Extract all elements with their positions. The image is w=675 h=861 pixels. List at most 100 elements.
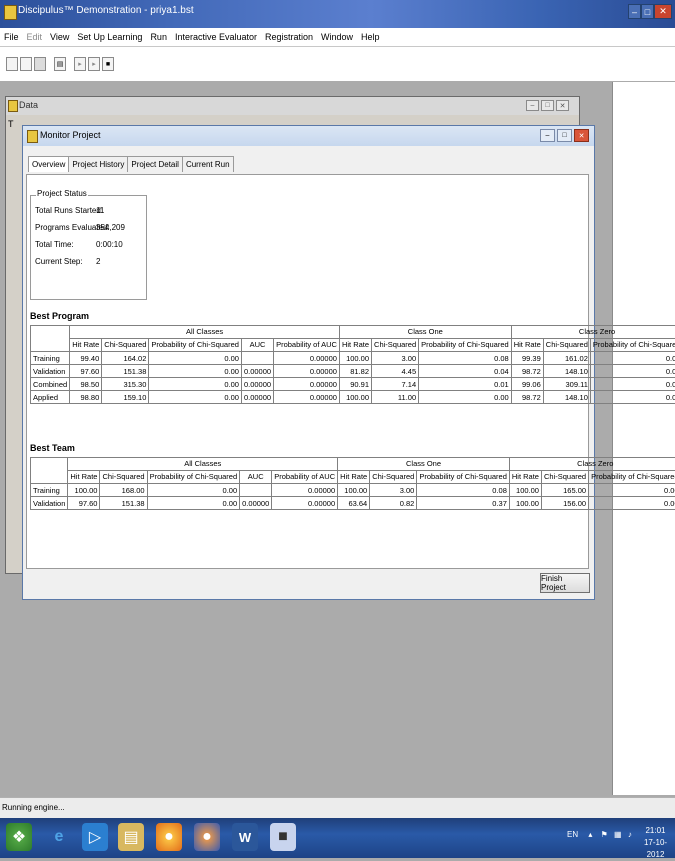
- group-header: Class Zero: [509, 458, 675, 471]
- menu-set-up-learning[interactable]: Set Up Learning: [73, 32, 146, 42]
- play-icon[interactable]: ▸: [74, 57, 86, 71]
- table-cell: 161.02: [543, 352, 590, 365]
- tab-project-detail[interactable]: Project Detail: [127, 156, 183, 172]
- word-icon[interactable]: W: [232, 823, 258, 851]
- table-cell: 0.00000: [272, 484, 338, 497]
- table-cell: 0.00: [590, 365, 675, 378]
- table-cell: 0.00: [149, 352, 242, 365]
- status-value: 2: [96, 257, 100, 266]
- table-cell: 7.14: [372, 378, 419, 391]
- new-file-icon[interactable]: [6, 57, 18, 71]
- row-label: Validation: [31, 365, 70, 378]
- stop-icon[interactable]: ■: [102, 57, 114, 71]
- monitor-window-icon: [27, 130, 38, 143]
- data-minimize-button[interactable]: –: [526, 100, 539, 111]
- open-file-icon[interactable]: [20, 57, 32, 71]
- table-cell: 165.00: [541, 484, 588, 497]
- table-cell: 90.91: [339, 378, 371, 391]
- table-cell: 99.39: [511, 352, 543, 365]
- finish-project-button[interactable]: Finish Project: [540, 573, 590, 593]
- column-header: Hit Rate: [70, 339, 102, 352]
- language-indicator[interactable]: EN: [567, 830, 578, 839]
- clock-date: 17-10-2012: [636, 837, 675, 861]
- group-header: All Classes: [68, 458, 338, 471]
- table-cell: 0.00000: [274, 365, 340, 378]
- column-header: Chi-Squared: [100, 471, 147, 484]
- firefox-icon[interactable]: ●: [194, 823, 220, 851]
- status-value: 11: [96, 206, 104, 215]
- data-close-button[interactable]: ✕: [556, 100, 569, 111]
- menu-interactive-evaluator[interactable]: Interactive Evaluator: [171, 32, 261, 42]
- table-cell: 0.00: [589, 484, 675, 497]
- table-cell: 98.72: [511, 365, 543, 378]
- data-window-titlebar[interactable]: Data – □ ✕: [6, 97, 579, 115]
- tab-current-run[interactable]: Current Run: [182, 156, 234, 172]
- column-header: Chi-Squared: [372, 339, 419, 352]
- table-cell: 315.30: [102, 378, 149, 391]
- table-cell: 99.40: [70, 352, 102, 365]
- tray-arrow-icon[interactable]: ▴: [588, 830, 592, 839]
- window-titlebar[interactable]: Discipulus™ Demonstration - priya1.bst –…: [0, 0, 675, 28]
- menu-window[interactable]: Window: [317, 32, 357, 42]
- monitor-maximize-button[interactable]: □: [557, 129, 572, 142]
- status-row-total-time: Total Time:0:00:10: [35, 240, 74, 249]
- data-restore-button[interactable]: □: [541, 100, 554, 111]
- project-status-legend: Project Status: [36, 189, 88, 198]
- volume-icon[interactable]: ♪: [628, 830, 632, 839]
- table-cell: 0.00: [149, 391, 242, 404]
- network-icon[interactable]: ▦: [614, 830, 622, 839]
- discipulus-icon[interactable]: ■: [270, 823, 296, 851]
- menu-edit[interactable]: Edit: [23, 32, 47, 42]
- start-button-icon[interactable]: ❖: [6, 823, 32, 851]
- menu-view[interactable]: View: [46, 32, 73, 42]
- media-icon[interactable]: ▷: [82, 823, 108, 851]
- table-cell: 148.10: [543, 365, 590, 378]
- column-header: Probability of Chi-Squared: [419, 339, 512, 352]
- clock[interactable]: 21:01 17-10-2012: [636, 825, 675, 861]
- table-cell: 164.02: [102, 352, 149, 365]
- monitor-minimize-button[interactable]: –: [540, 129, 555, 142]
- table-cell: 0.00000: [274, 352, 340, 365]
- status-value: 354,209: [96, 223, 125, 232]
- monitor-close-button[interactable]: ✕: [574, 129, 589, 142]
- table-row: Validation97.60151.380.000.000000.000008…: [31, 365, 675, 378]
- monitor-tabs: Overview Project History Project Detail …: [28, 156, 233, 172]
- column-header: Probability of Chi-Squared: [590, 339, 675, 352]
- minimize-button[interactable]: –: [628, 4, 641, 19]
- table-cell: 151.38: [100, 497, 147, 510]
- table-cell: 98.80: [70, 391, 102, 404]
- menu-help[interactable]: Help: [357, 32, 384, 42]
- table-cell: 0.00: [147, 484, 240, 497]
- table-cell: 0.08: [417, 484, 510, 497]
- close-button[interactable]: ✕: [654, 4, 672, 19]
- table-row: Training100.00168.000.000.00000100.003.0…: [31, 484, 675, 497]
- save-icon[interactable]: [34, 57, 46, 71]
- menu-run[interactable]: Run: [146, 32, 171, 42]
- explorer-folder-icon[interactable]: ▤: [118, 823, 144, 851]
- tab-project-history[interactable]: Project History: [68, 156, 128, 172]
- table-cell: 63.64: [338, 497, 370, 510]
- group-header: Class One: [338, 458, 510, 471]
- internet-explorer-icon[interactable]: e: [46, 823, 72, 851]
- table-cell: 97.60: [70, 365, 102, 378]
- monitor-project-window[interactable]: Monitor Project – □ ✕ Overview Project H…: [22, 125, 595, 600]
- table-cell: 0.01: [419, 378, 512, 391]
- tab-overview[interactable]: Overview: [28, 156, 69, 172]
- maximize-button[interactable]: □: [641, 4, 654, 19]
- table-cell: 309.11: [543, 378, 590, 391]
- step-icon[interactable]: ▸: [88, 57, 100, 71]
- menu-registration[interactable]: Registration: [261, 32, 317, 42]
- status-row-current-step: Current Step:2: [35, 257, 83, 266]
- table-cell: 100.00: [339, 391, 371, 404]
- chrome-icon[interactable]: ●: [156, 823, 182, 851]
- menu-file[interactable]: File: [0, 32, 23, 42]
- report-icon[interactable]: ▤: [54, 57, 66, 71]
- table-cell: 0.82: [370, 497, 417, 510]
- column-header: Probability of Chi-Squared: [147, 471, 240, 484]
- table-cell: 3.00: [370, 484, 417, 497]
- table-cell: 100.00: [68, 484, 100, 497]
- monitor-titlebar[interactable]: Monitor Project – □ ✕: [23, 126, 594, 146]
- status-bar: Running engine...: [0, 797, 675, 818]
- column-header: Hit Rate: [339, 339, 371, 352]
- flag-icon[interactable]: ⚑: [601, 830, 608, 839]
